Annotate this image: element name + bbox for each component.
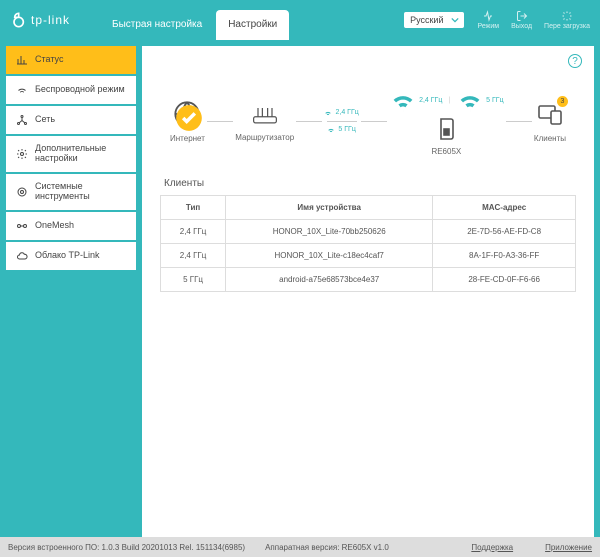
app-link[interactable]: Приложение [545, 543, 592, 552]
tab-quick-setup[interactable]: Быстрая настройка [100, 10, 214, 40]
firmware-version: Версия встроенного ПО: 1.0.3 Build 20201… [8, 543, 245, 552]
logout-button[interactable]: Выход [511, 10, 532, 30]
logo: tp-link [10, 12, 80, 28]
language-select[interactable]: Русский [404, 12, 463, 28]
cell-name: HONOR_10X_Lite-c18ec4caf7 [226, 244, 433, 268]
table-row: 2,4 ГГцHONOR_10X_Lite-c18ec4caf78A-1F-F0… [161, 244, 576, 268]
main: Статус Беспроводной режим Сеть Дополните… [0, 40, 600, 537]
check-badge-icon [175, 104, 203, 132]
table-row: 2,4 ГГцHONOR_10X_Lite-70bb2506262E-7D-56… [161, 220, 576, 244]
wifi-small-icon [389, 86, 417, 114]
sidebar-item-wireless[interactable]: Беспроводной режим [6, 76, 136, 104]
sidebar: Статус Беспроводной режим Сеть Дополните… [6, 46, 136, 537]
logout-icon [516, 10, 528, 22]
clients-count-badge: 3 [557, 96, 568, 107]
wifi-small-icon [324, 109, 332, 117]
support-link[interactable]: Поддержка [471, 543, 513, 552]
hardware-version: Аппаратная версия: RE605X v1.0 [265, 543, 389, 552]
gear-icon [16, 148, 28, 160]
cell-mac: 2E-7D-56-AE-FD-C8 [433, 220, 576, 244]
header: tp-link Быстрая настройка Настройки Русс… [0, 0, 600, 40]
col-name: Имя устройства [226, 196, 433, 220]
cell-mac: 28-FE-CD-0F-F6-66 [433, 268, 576, 292]
content: ? Интернет Маршрутизатор 2,4 ГГц 5 ГГц [142, 46, 594, 537]
cloud-icon [16, 250, 28, 262]
clients-table: Тип Имя устройства MAC-адрес 2,4 ГГцHONO… [160, 195, 576, 292]
topo-router: Маршрутизатор [235, 101, 294, 142]
chart-icon [16, 54, 28, 66]
topo-bands-left: 2,4 ГГц 5 ГГц [324, 109, 358, 134]
sidebar-item-advanced[interactable]: Дополнительные настройки [6, 136, 136, 172]
tab-settings[interactable]: Настройки [216, 10, 289, 40]
wifi-icon [16, 84, 28, 96]
cell-type: 5 ГГц [161, 268, 226, 292]
cell-type: 2,4 ГГц [161, 244, 226, 268]
header-tabs: Быстрая настройка Настройки [100, 0, 289, 40]
wifi-small-icon [327, 126, 335, 134]
cell-name: HONOR_10X_Lite-70bb250626 [226, 220, 433, 244]
cell-name: android-a75e68573bce4e37 [226, 268, 433, 292]
table-header-row: Тип Имя устройства MAC-адрес [161, 196, 576, 220]
sidebar-item-system[interactable]: Системные инструменты [6, 174, 136, 210]
topo-device: 2,4 ГГц | 5 ГГц RE605X [389, 86, 504, 156]
logo-icon [10, 12, 26, 28]
wifi-small-icon [456, 86, 484, 114]
footer: Версия встроенного ПО: 1.0.3 Build 20201… [0, 537, 600, 557]
reload-button[interactable]: Пере загрузка [544, 10, 590, 30]
table-row: 5 ГГцandroid-a75e68573bce4e3728-FE-CD-0F… [161, 268, 576, 292]
sidebar-item-onemesh[interactable]: OneMesh [6, 212, 136, 240]
header-icons: Режим Выход Пере загрузка [478, 10, 591, 30]
help-button[interactable]: ? [568, 54, 582, 68]
sidebar-item-network[interactable]: Сеть [6, 106, 136, 134]
brand-text: tp-link [31, 13, 70, 27]
cell-type: 2,4 ГГц [161, 220, 226, 244]
tools-icon [16, 186, 28, 198]
reload-icon [561, 10, 573, 22]
col-type: Тип [161, 196, 226, 220]
router-icon [251, 101, 279, 129]
mode-icon [482, 10, 494, 22]
col-mac: MAC-адрес [433, 196, 576, 220]
cell-mac: 8A-1F-F0-A3-36-FF [433, 244, 576, 268]
language-value: Русский [410, 15, 443, 25]
sidebar-item-cloud[interactable]: Облако TP-Link [6, 242, 136, 270]
topo-internet: Интернет [170, 100, 205, 143]
topology: Интернет Маршрутизатор 2,4 ГГц 5 ГГц 2,4… [160, 56, 576, 164]
extender-icon [432, 115, 460, 143]
chevron-down-icon [451, 16, 459, 24]
mode-button[interactable]: Режим [478, 10, 500, 30]
sidebar-item-status[interactable]: Статус [6, 46, 136, 74]
onemesh-icon [16, 220, 28, 232]
network-icon [16, 114, 28, 126]
section-title-clients: Клиенты [164, 178, 576, 189]
topo-clients[interactable]: 3 Клиенты [534, 100, 566, 143]
